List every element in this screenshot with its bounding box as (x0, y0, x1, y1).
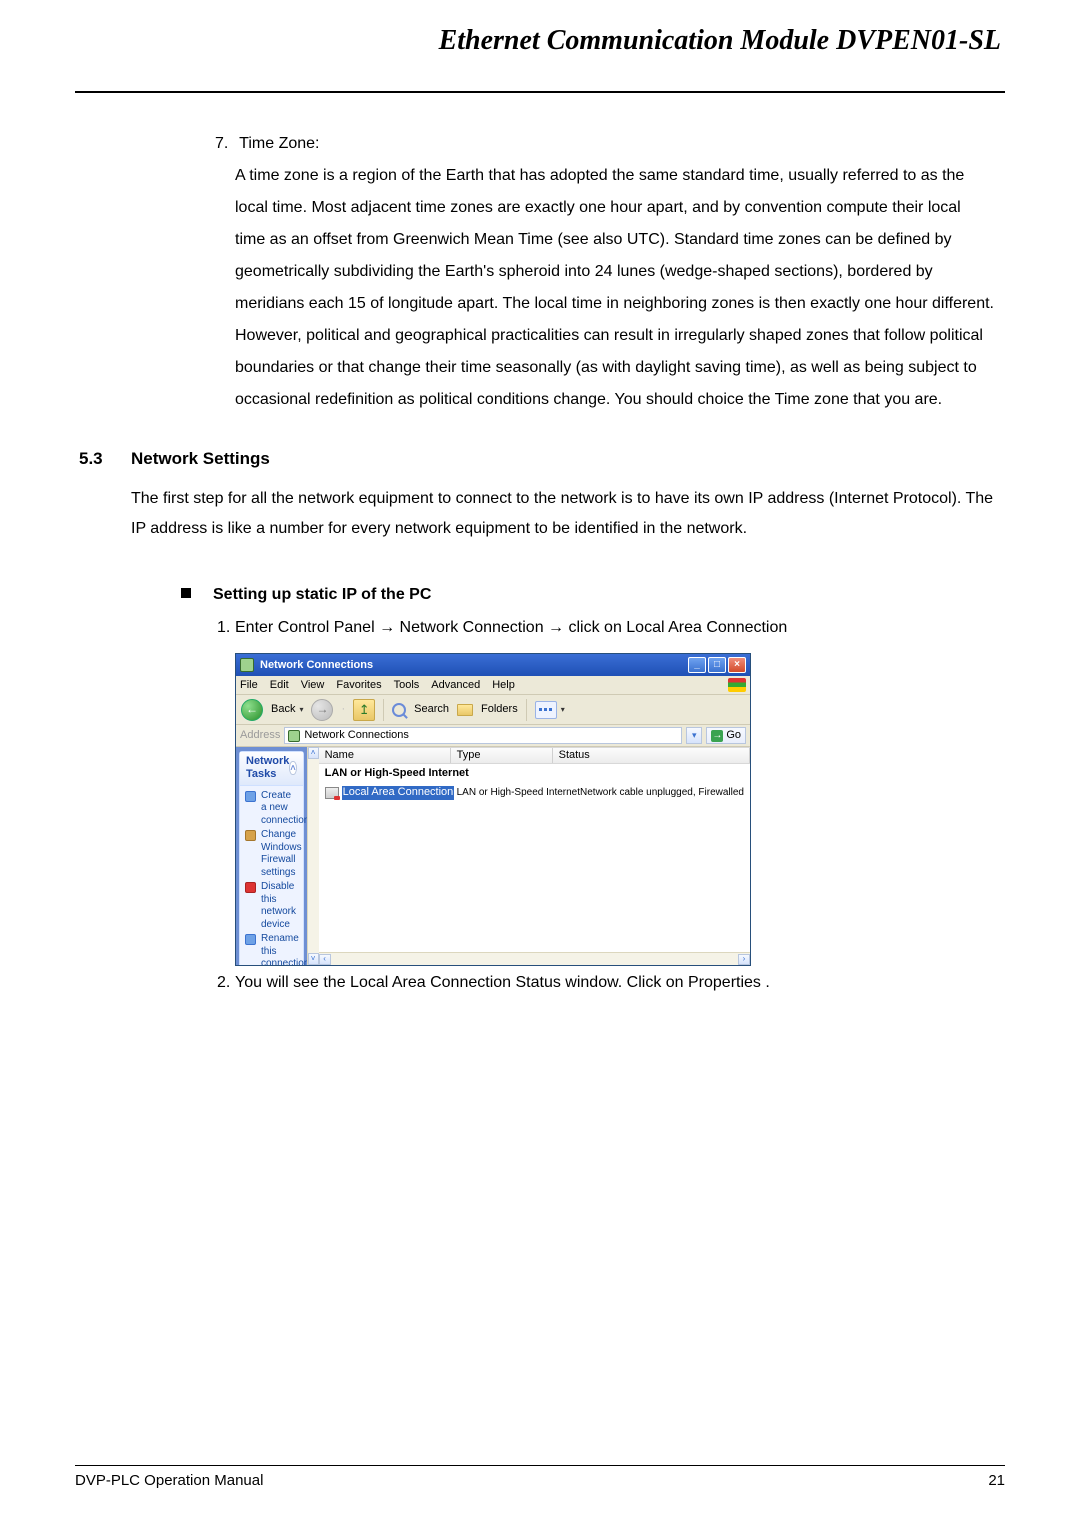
panel-network-tasks-header[interactable]: Network Tasks ˄ (240, 752, 303, 785)
window-title: Network Connections (260, 659, 373, 672)
address-icon (288, 730, 300, 742)
step-2-text: You will see the Local Area Connection S… (235, 974, 770, 991)
go-icon: → (711, 730, 723, 742)
menu-bar: File Edit View Favorites Tools Advanced … (236, 676, 750, 695)
side-panel: Network Tasks ˄ Create a new connection … (236, 747, 307, 965)
firewall-icon (245, 830, 256, 841)
menu-help[interactable]: Help (492, 679, 515, 692)
scroll-right-icon[interactable]: › (738, 954, 750, 965)
close-button[interactable]: × (728, 657, 746, 673)
menu-file[interactable]: File (240, 679, 258, 692)
collapse-icon[interactable]: ˄ (289, 761, 296, 775)
list-item-lac-type: LAN or High-Speed Internet (457, 787, 580, 799)
bullet-static-ip: Setting up static IP of the PC (181, 579, 1005, 611)
menu-favorites[interactable]: Favorites (336, 679, 381, 692)
address-field[interactable]: Network Connections (284, 727, 682, 744)
side-scrollbar[interactable]: ˄ ˅ (307, 747, 319, 965)
list-item-lac-name: Local Area Connection (342, 786, 455, 799)
heading-5-3-number: 5.3 (79, 442, 131, 476)
views-dropdown-icon[interactable]: ▾ (561, 705, 565, 715)
network-icon (245, 791, 256, 802)
go-button[interactable]: → Go (706, 727, 746, 744)
col-status[interactable]: Status (553, 748, 750, 763)
back-dropdown-icon[interactable]: ▾ (299, 705, 303, 715)
col-name[interactable]: Name (319, 748, 451, 763)
scroll-down-icon[interactable]: ˅ (308, 953, 319, 965)
toolbar-divider-2 (526, 699, 527, 721)
address-dropdown-button[interactable]: ▾ (686, 727, 702, 744)
disable-icon (245, 882, 256, 893)
menu-tools[interactable]: Tools (394, 679, 420, 692)
forward-button[interactable]: → (311, 699, 333, 721)
scroll-up-icon[interactable]: ˄ (308, 747, 319, 759)
heading-5-3: 5.3Network Settings (75, 442, 1005, 476)
lan-connection-icon (325, 787, 339, 799)
maximize-button[interactable]: □ (708, 657, 726, 673)
views-button[interactable] (535, 701, 557, 719)
item-7-text: A time zone is a region of the Earth tha… (235, 160, 995, 416)
menu-advanced[interactable]: Advanced (431, 679, 480, 692)
back-button[interactable]: ← (241, 699, 263, 721)
square-bullet-icon (181, 588, 191, 598)
toolbar-divider (383, 699, 384, 721)
doc-title: Ethernet Communication Module DVPEN01-SL (75, 25, 1005, 61)
column-headers: Name Type Status (319, 747, 750, 764)
step-2: 2.You will see the Local Area Connection… (217, 968, 1005, 998)
scroll-left-icon[interactable]: ‹ (319, 954, 331, 965)
col-type[interactable]: Type (451, 748, 553, 763)
step-2-number: 2. (217, 968, 235, 998)
item-7-title: Time Zone: (239, 135, 319, 152)
toolbar-separator: · (341, 703, 345, 716)
list-item-lac-status: Network cable unplugged, Firewalled (580, 787, 744, 799)
step-1-text: Enter Control Panel → Network Connection… (235, 619, 787, 636)
task-firewall-settings[interactable]: Change Windows Firewall settings (245, 828, 298, 880)
page-number: 21 (988, 1472, 1005, 1489)
item-7-timezone: 7. Time Zone: A time zone is a region of… (215, 128, 1005, 416)
footer-left: DVP-PLC Operation Manual (75, 1472, 263, 1489)
task-disable-device[interactable]: Disable this network device (245, 880, 298, 932)
list-view: Name Type Status LAN or High-Speed Inter… (319, 747, 750, 965)
search-icon (392, 703, 406, 717)
address-value: Network Connections (304, 729, 409, 742)
item-7-number: 7. (215, 128, 235, 160)
step-1-number: 1. (217, 613, 235, 643)
task-rename-connection[interactable]: Rename this connection (245, 932, 298, 965)
window-icon (240, 658, 254, 672)
bullet-title: Setting up static IP of the PC (213, 586, 431, 603)
window-titlebar[interactable]: Network Connections _ □ × (236, 654, 750, 676)
screenshot-network-connections: Network Connections _ □ × File Edit View… (235, 653, 751, 966)
up-button[interactable] (353, 699, 375, 721)
minimize-button[interactable]: _ (688, 657, 706, 673)
address-bar: Address Network Connections ▾ → Go (236, 725, 750, 747)
toolbar: ← Back ▾ → · Search Folders ▾ (236, 695, 750, 725)
para-5-3: The first step for all the network equip… (131, 484, 1005, 545)
go-label: Go (726, 729, 741, 742)
task-create-connection[interactable]: Create a new connection (245, 789, 298, 829)
folders-button[interactable]: Folders (481, 703, 518, 716)
back-label: Back (271, 703, 295, 716)
panel-network-tasks: Network Tasks ˄ Create a new connection … (239, 751, 304, 965)
heading-5-3-title: Network Settings (131, 449, 270, 468)
windows-flag-icon (728, 678, 746, 692)
search-button[interactable]: Search (414, 703, 449, 716)
horizontal-scrollbar[interactable]: ‹ › (319, 952, 750, 965)
folders-icon (457, 704, 473, 716)
panel-network-tasks-title: Network Tasks (246, 755, 289, 781)
rename-icon (245, 934, 256, 945)
list-item-lac[interactable]: Local Area Connection LAN or High-Speed … (319, 786, 750, 799)
menu-view[interactable]: View (301, 679, 325, 692)
step-1: 1.Enter Control Panel → Network Connecti… (217, 613, 1005, 643)
address-label: Address (240, 729, 280, 742)
menu-edit[interactable]: Edit (270, 679, 289, 692)
group-lan: LAN or High-Speed Internet (319, 764, 750, 786)
